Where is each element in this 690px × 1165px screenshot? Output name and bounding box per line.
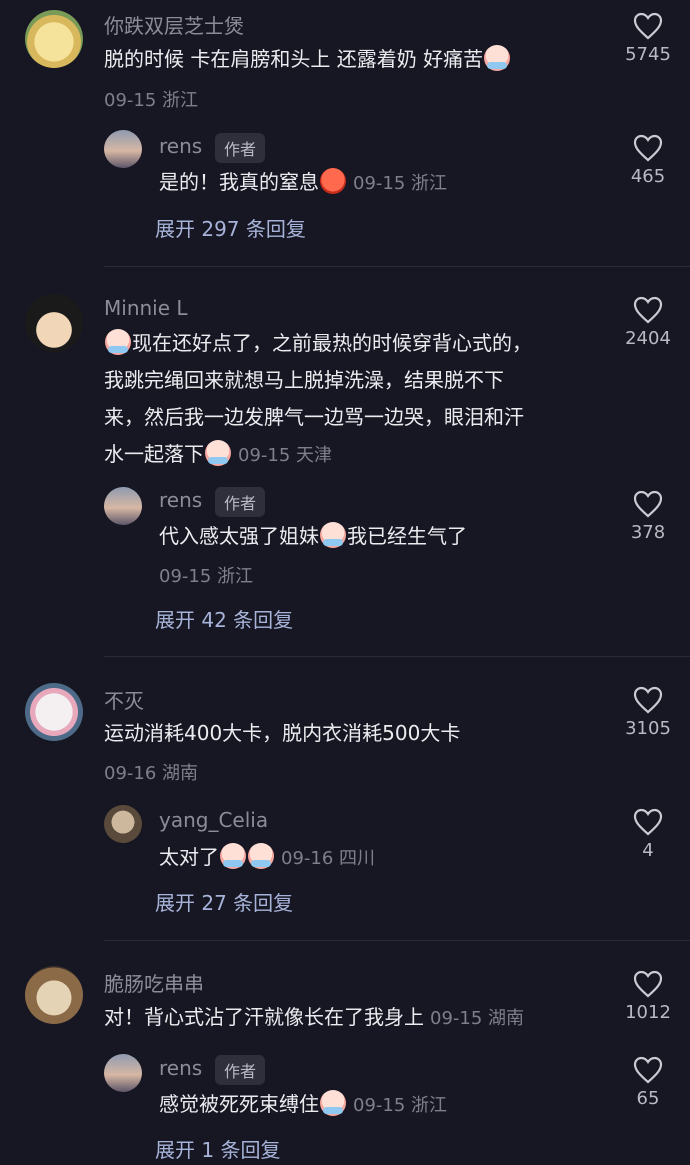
comment-meta: 09-15 湖南	[430, 1008, 525, 1029]
reply-text: 代入感太强了姐妹 我已经生气了	[159, 518, 467, 555]
crying-emoji-icon	[484, 45, 511, 71]
reply-username[interactable]: yang_Celia	[159, 808, 268, 832]
reply-body: 代入感太强了姐妹	[159, 524, 319, 548]
reply-text: 是的！我真的窒息 09-15 浙江	[159, 164, 447, 202]
like-count: 378	[630, 522, 666, 543]
avatar[interactable]	[104, 805, 142, 843]
heart-outline-icon	[633, 686, 663, 714]
reply-meta: 09-16 四川	[281, 848, 376, 869]
comment-body: 对！背心式沾了汗就像长在了我身上	[104, 1005, 424, 1029]
comment-body: 脱的时候 卡在肩膀和头上 还露着奶 好痛苦	[104, 47, 484, 71]
like-button[interactable]: 4	[618, 808, 678, 861]
like-button[interactable]: 65	[618, 1056, 678, 1109]
heart-outline-icon	[633, 970, 663, 998]
comment-text: 对！背心式沾了汗就像长在了我身上 09-15 湖南	[104, 999, 524, 1037]
reply-text: 太对了 09-16 四川	[159, 839, 375, 877]
comment-meta: 09-15 天津	[238, 445, 333, 466]
author-badge: 作者	[215, 1055, 266, 1085]
comment-meta: 09-16 湖南	[104, 763, 199, 784]
like-count: 465	[630, 166, 666, 187]
author-badge: 作者	[215, 133, 266, 163]
like-count: 1012	[625, 1002, 671, 1023]
reply-username[interactable]: rens	[159, 488, 202, 512]
heart-outline-icon	[633, 12, 663, 40]
avatar[interactable]	[25, 683, 83, 741]
like-button[interactable]: 2404	[618, 296, 678, 349]
reply-body: 太对了	[159, 845, 219, 869]
comment-line: 水一起落下	[104, 442, 204, 466]
divider	[104, 940, 690, 941]
comment-username[interactable]: 脆肠吃串串	[104, 968, 204, 997]
reply-meta: 09-15 浙江	[353, 173, 448, 194]
reply-username[interactable]: rens	[159, 1056, 202, 1080]
comment-line: 现在还好点了，之前最热的时候穿背心式的，	[132, 331, 532, 355]
like-button[interactable]: 378	[618, 490, 678, 543]
like-count: 2404	[625, 328, 671, 349]
reply-meta: 09-15 浙江	[159, 566, 254, 587]
crying-emoji-icon	[220, 843, 246, 869]
comment-username[interactable]: 你跌双层芝士煲	[104, 10, 244, 39]
comment-line: 来，然后我一边发脾气一边骂一边哭，眼泪和汗	[104, 405, 524, 429]
reply-username[interactable]: rens	[159, 134, 202, 158]
heart-outline-icon	[633, 296, 663, 324]
crying-emoji-icon	[248, 843, 274, 869]
heart-outline-icon	[633, 134, 663, 162]
like-count: 4	[642, 840, 654, 861]
angry-emoji-icon	[320, 168, 346, 194]
reply-body: 我已经生气了	[347, 524, 467, 548]
crying-emoji-icon	[320, 522, 346, 548]
like-button[interactable]: 465	[618, 134, 678, 187]
avatar[interactable]	[25, 10, 83, 68]
comment-line: 我跳完绳回来就想马上脱掉洗澡，结果脱不下	[104, 368, 504, 392]
author-badge: 作者	[215, 487, 266, 517]
like-button[interactable]: 5745	[618, 12, 678, 65]
expand-replies-button[interactable]: 展开 1 条回复	[155, 1134, 280, 1163]
avatar[interactable]	[25, 966, 83, 1024]
like-count: 5745	[625, 44, 671, 65]
heart-outline-icon	[633, 490, 663, 518]
comment-text: 现在还好点了，之前最热的时候穿背心式的， 我跳完绳回来就想马上脱掉洗澡，结果脱不…	[104, 325, 532, 474]
comment-text: 运动消耗400大卡，脱内衣消耗500大卡	[104, 721, 461, 745]
comment-meta: 09-15 浙江	[104, 90, 199, 111]
divider	[104, 266, 690, 267]
reply-body: 是的！我真的窒息	[159, 170, 319, 194]
divider	[104, 656, 690, 657]
avatar[interactable]	[104, 1054, 142, 1092]
avatar[interactable]	[25, 294, 83, 352]
reply-text: 感觉被死死束缚住 09-15 浙江	[159, 1086, 447, 1124]
expand-replies-button[interactable]: 展开 42 条回复	[155, 604, 293, 633]
heart-outline-icon	[633, 1056, 663, 1084]
avatar[interactable]	[104, 130, 142, 168]
comment-text: 脱的时候 卡在肩膀和头上 还露着奶 好痛苦	[104, 41, 511, 78]
reply-body: 感觉被死死束缚住	[159, 1092, 319, 1116]
like-button[interactable]: 1012	[618, 970, 678, 1023]
crying-emoji-icon	[205, 440, 231, 466]
comment-username[interactable]: Minnie L	[104, 296, 188, 320]
expand-replies-button[interactable]: 展开 297 条回复	[155, 213, 306, 242]
like-count: 65	[636, 1088, 660, 1109]
expand-replies-button[interactable]: 展开 27 条回复	[155, 887, 293, 916]
heart-outline-icon	[633, 808, 663, 836]
crying-emoji-icon	[320, 1090, 346, 1116]
like-count: 3105	[625, 718, 671, 739]
comment-username[interactable]: 不灭	[104, 685, 144, 714]
crying-emoji-icon	[105, 329, 131, 355]
reply-meta: 09-15 浙江	[353, 1095, 448, 1116]
like-button[interactable]: 3105	[618, 686, 678, 739]
avatar[interactable]	[104, 487, 142, 525]
